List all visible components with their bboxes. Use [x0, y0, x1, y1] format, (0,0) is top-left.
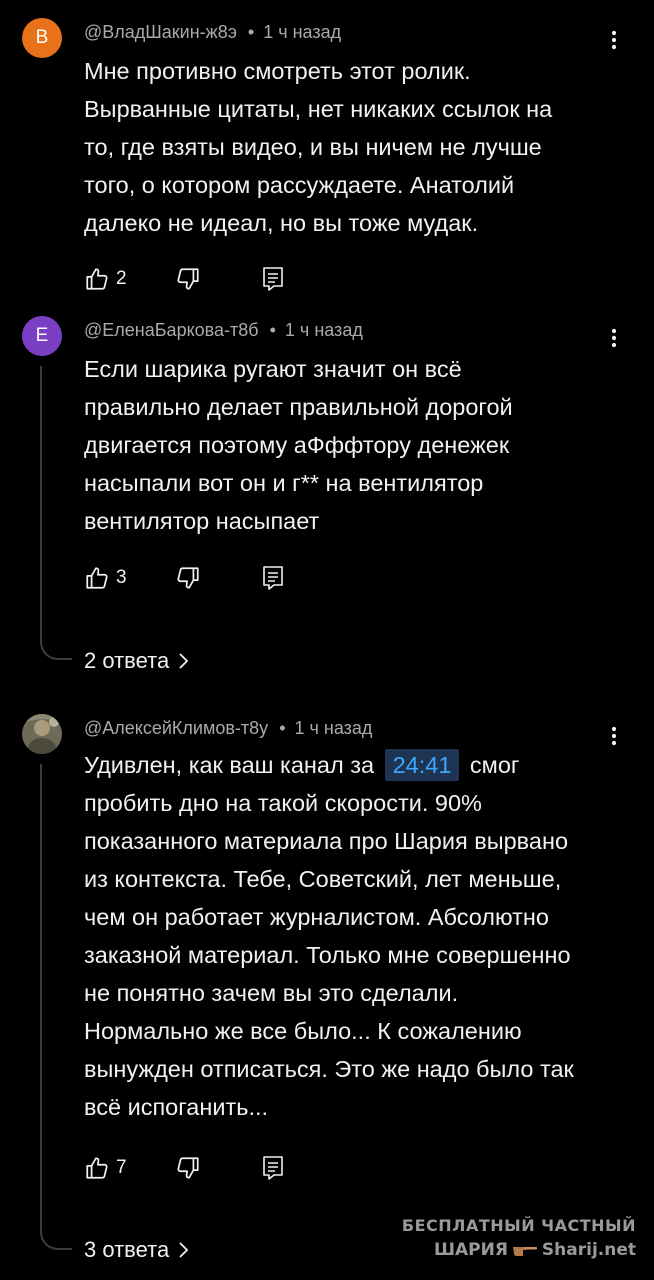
thread-line [40, 764, 72, 1250]
chevron-right-icon [179, 653, 189, 669]
author-name[interactable]: @АлексейКлимов-т8у [84, 718, 268, 739]
dislike-button[interactable] [175, 1155, 201, 1181]
dislike-icon [177, 268, 199, 290]
separator-dot: • [269, 320, 276, 340]
reply-button[interactable] [261, 1155, 285, 1181]
like-button[interactable]: 3 [84, 565, 127, 591]
comment-line: Вырванные цитаты, нет никаких ссылок на [84, 96, 553, 122]
watermark: БЕСПЛАТНЫЙ ЧАСТНЫЙ ШАРИЯ Sharij.net [402, 1214, 636, 1262]
avatar-letter: Е [35, 325, 49, 346]
more-vert-icon [611, 328, 617, 348]
dislike-button[interactable] [175, 565, 201, 591]
reply-icon [262, 267, 283, 291]
comment-line: далеко не идеал, но вы тоже мудак. [84, 210, 479, 236]
comment-meta: @АлексейКлимов-т8у • 1 ч назад [84, 718, 372, 739]
like-icon [86, 268, 108, 290]
comment-time[interactable]: 1 ч назад [285, 320, 363, 341]
avatar[interactable] [22, 714, 62, 754]
comment-line: Мне противно смотреть этот ролик. [84, 58, 471, 84]
pointing-hand-icon [512, 1243, 538, 1257]
author-name[interactable]: @ВладШакин-ж8э [84, 22, 237, 43]
comment-meta: @ВладШакин-ж8э • 1 ч назад [84, 22, 341, 43]
watermark-site: Sharij.net [541, 1240, 636, 1260]
like-button[interactable]: 2 [84, 266, 127, 292]
comment-line: вынужден отписаться. Это же надо было та… [84, 1056, 574, 1082]
replies-count: 2 ответа [84, 648, 170, 673]
comment-text-part: смог [469, 752, 520, 778]
comment-meta: @ЕленаБаркова-т8б • 1 ч назад [84, 320, 363, 341]
author-name[interactable]: @ЕленаБаркова-т8б [84, 320, 259, 341]
comment-line: двигается поэтому аФффтору денежек [84, 432, 510, 458]
comment-line: Если шарика ругают значит он всё [84, 356, 462, 382]
comment-line: показанного материала про Шария вырвано [84, 828, 569, 854]
comment-actions: 7 [84, 1154, 285, 1182]
comment-text: Мне противно смотреть этот ролик. Вырван… [84, 52, 624, 242]
more-button[interactable] [602, 326, 626, 350]
view-replies-button[interactable]: 3 ответа [84, 1237, 189, 1263]
more-vert-icon [611, 30, 617, 50]
reply-icon [262, 566, 283, 590]
avatar-letter: В [35, 27, 49, 48]
like-icon [86, 1157, 108, 1179]
comment-line: насыпали вот он и г** на вентилятор [84, 470, 484, 496]
like-icon [86, 567, 108, 589]
separator-dot: • [247, 22, 255, 42]
watermark-text: ШАРИЯ [433, 1240, 508, 1260]
comment-actions: 3 [84, 564, 285, 592]
comment-line: вентилятор насыпает [84, 508, 320, 534]
avatar[interactable]: В [22, 18, 62, 58]
comment-line: заказной материал. Только мне совершенно [84, 942, 571, 968]
watermark-line1: БЕСПЛАТНЫЙ ЧАСТНЫЙ [401, 1216, 636, 1235]
comment-line: из контекста. Тебе, Советский, лет меньш… [84, 866, 562, 892]
comment-line: всё испоганить... [84, 1094, 269, 1120]
avatar-photo-icon [22, 714, 62, 754]
more-vert-icon [611, 726, 617, 746]
dislike-button[interactable] [175, 266, 201, 292]
dislike-icon [177, 567, 199, 589]
reply-button[interactable] [261, 565, 285, 591]
comment-line: чем он работает журналистом. Абсолютно [84, 904, 549, 930]
comment-line: пробить дно на такой скорости. 90% [84, 790, 482, 816]
timestamp-link[interactable]: 24:41 [384, 749, 460, 781]
comment-actions: 2 [84, 265, 285, 293]
more-button[interactable] [602, 724, 626, 748]
like-count: 2 [116, 268, 127, 289]
reply-icon [262, 1156, 283, 1180]
comment-line: то, где взяты видео, и вы ничем не лучше [84, 134, 542, 160]
comment-line: не понятно зачем вы это сделали. [84, 980, 459, 1006]
replies-count: 3 ответа [84, 1237, 170, 1262]
comment-text: Удивлен, как ваш канал за 24:41 смог про… [84, 746, 624, 1126]
dislike-icon [177, 1157, 199, 1179]
comment-line: Удивлен, как ваш канал за 24:41 смог [84, 746, 624, 784]
avatar[interactable]: Е [22, 316, 62, 356]
separator-dot: • [279, 718, 286, 738]
comment-text-part: Удивлен, как ваш канал за [84, 752, 375, 778]
comment-text: Если шарика ругают значит он всё правиль… [84, 350, 624, 540]
thread-line [40, 366, 72, 660]
like-button[interactable]: 7 [84, 1155, 127, 1181]
comment-time[interactable]: 1 ч назад [295, 718, 373, 739]
reply-button[interactable] [261, 266, 285, 292]
view-replies-button[interactable]: 2 ответа [84, 648, 189, 674]
comment-line: правильно делает правильной дорогой [84, 394, 513, 420]
chevron-right-icon [179, 1242, 189, 1258]
comment-line: Нормально же все было... К сожалению [84, 1018, 522, 1044]
comment-time[interactable]: 1 ч назад [263, 22, 341, 43]
like-count: 7 [116, 1157, 127, 1178]
like-count: 3 [116, 567, 127, 588]
more-button[interactable] [602, 28, 626, 52]
watermark-line2: ШАРИЯ Sharij.net [402, 1238, 636, 1262]
comment-line: того, о котором рассуждаете. Анатолий [84, 172, 515, 198]
